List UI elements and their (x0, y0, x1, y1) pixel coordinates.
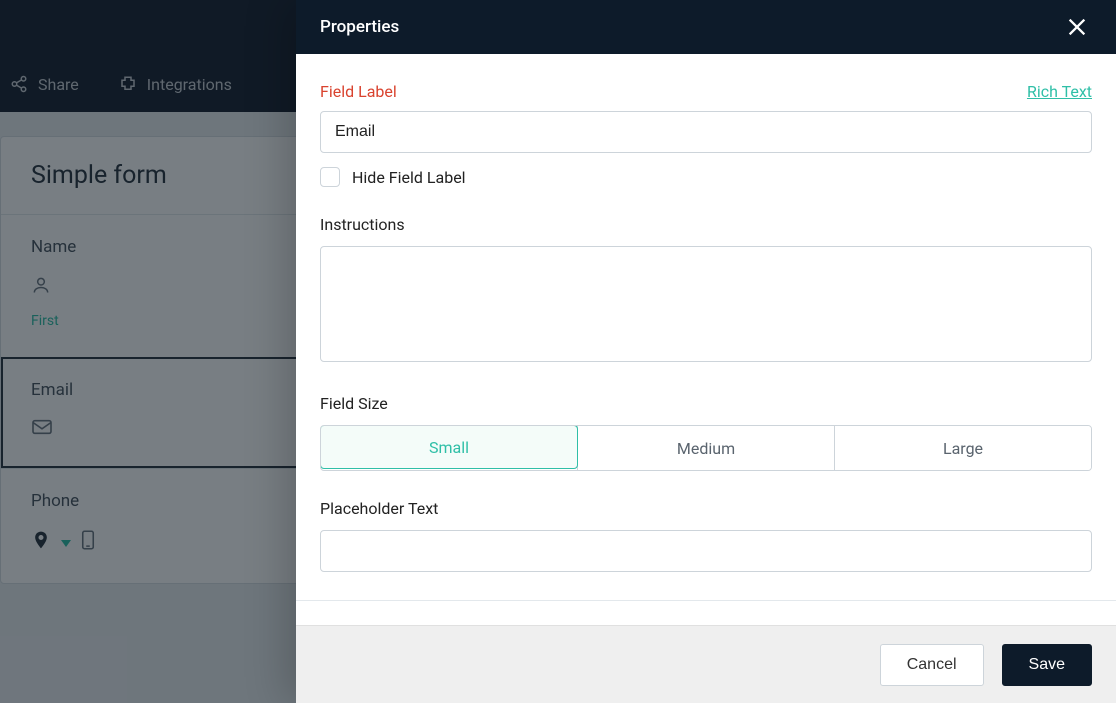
modal-header: Properties (296, 0, 1116, 54)
save-button[interactable]: Save (1002, 644, 1092, 686)
instructions-label: Instructions (320, 215, 1092, 234)
hide-field-label-checkbox[interactable] (320, 167, 340, 187)
field-size-group: Small Medium Large (320, 425, 1092, 471)
modal-title: Properties (320, 17, 399, 37)
properties-panel: Properties Field Label Rich Text Hide Fi… (296, 0, 1116, 703)
cancel-button[interactable]: Cancel (880, 644, 984, 686)
close-icon (1066, 16, 1088, 38)
field-size-small[interactable]: Small (320, 425, 578, 469)
instructions-input[interactable] (320, 246, 1092, 362)
close-button[interactable] (1062, 12, 1092, 42)
field-size-medium[interactable]: Medium (577, 426, 834, 470)
field-size-large[interactable]: Large (834, 426, 1091, 470)
field-label-input[interactable] (320, 111, 1092, 153)
rich-text-link[interactable]: Rich Text (1027, 82, 1092, 101)
placeholder-input[interactable] (320, 530, 1092, 572)
placeholder-label: Placeholder Text (320, 499, 1092, 518)
modal-footer: Cancel Save (296, 625, 1116, 703)
hide-field-label-text: Hide Field Label (352, 168, 466, 187)
modal-body: Field Label Rich Text Hide Field Label I… (296, 54, 1116, 625)
field-label-heading: Field Label (320, 82, 397, 101)
field-size-label: Field Size (320, 394, 1092, 413)
